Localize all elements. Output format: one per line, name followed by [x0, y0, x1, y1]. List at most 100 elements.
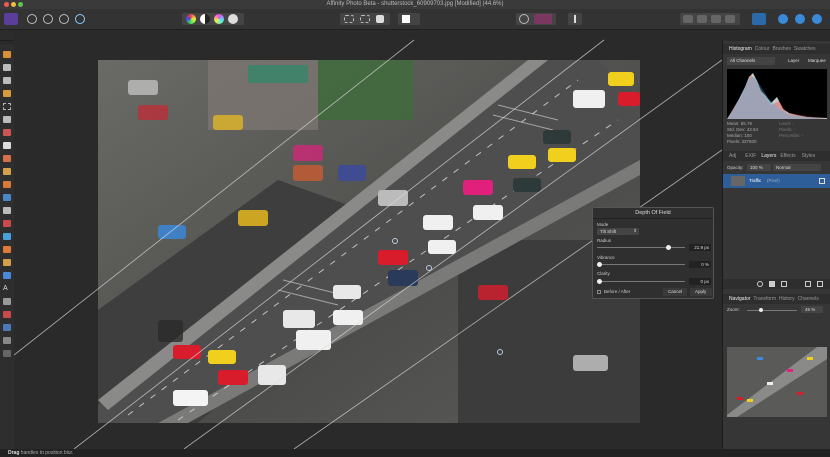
paint-brush-icon[interactable] [3, 155, 11, 162]
channels-select[interactable]: All Channels [727, 57, 775, 65]
mask-icon[interactable] [769, 281, 775, 287]
cancel-button[interactable]: Cancel [663, 288, 687, 296]
clarity-slider-handle[interactable] [597, 279, 602, 284]
layer-visibility-checkbox[interactable] [819, 178, 825, 184]
pixel-tool-icon[interactable] [3, 168, 11, 175]
pen-tool-icon[interactable] [3, 259, 11, 266]
export-icon[interactable] [795, 14, 805, 24]
apply-button[interactable]: Apply [690, 288, 712, 296]
auto-colour-icon[interactable] [214, 14, 224, 24]
before-after-checkbox[interactable] [597, 290, 601, 294]
layer-row-traffic[interactable]: Traffic (Pixel) [723, 174, 830, 188]
flood-select-icon[interactable] [3, 116, 11, 123]
arrange-front-icon[interactable] [725, 15, 735, 23]
tab-adj[interactable]: Adj [729, 153, 736, 159]
zoom-slider-handle[interactable] [759, 308, 763, 312]
studio-toggle-button[interactable] [752, 13, 766, 25]
marquee-button[interactable]: Marquee [808, 58, 826, 63]
assistant-button[interactable] [568, 13, 582, 25]
vibrance-input[interactable]: 0 % [689, 261, 711, 268]
tab-brushes[interactable]: Brushes [773, 46, 791, 52]
histogram-tabs: Histogram Colour Brushes Swatches [723, 44, 830, 54]
clone-brush-icon[interactable] [3, 207, 11, 214]
view-switch-icon[interactable] [3, 324, 11, 331]
blend-mode-select[interactable]: Normal [773, 164, 821, 171]
auto-contrast-icon[interactable] [200, 14, 210, 24]
healing-brush-icon[interactable] [3, 220, 11, 227]
affinity-logo-icon[interactable] [4, 13, 18, 25]
marquee-icon[interactable] [344, 15, 354, 23]
tab-colour[interactable]: Colour [755, 46, 770, 52]
text-tool-icon[interactable]: A [3, 285, 11, 292]
snapping-icon[interactable] [534, 14, 552, 24]
blur-brush-icon[interactable] [3, 233, 11, 240]
invert-selection-icon[interactable] [376, 15, 384, 23]
fill-tool-icon[interactable] [3, 142, 11, 149]
tab-transform[interactable]: Transform [753, 296, 776, 302]
tab-history[interactable]: History [779, 296, 795, 302]
colour-picker-icon[interactable] [3, 129, 11, 136]
freehand-select-icon[interactable] [360, 15, 370, 23]
tab-navigator[interactable]: Navigator [729, 296, 750, 302]
zoom-input[interactable]: 45 % [801, 306, 823, 313]
arrange-forward-icon[interactable] [711, 15, 721, 23]
radius-slider-handle[interactable] [666, 245, 671, 250]
personas-icon[interactable] [778, 14, 788, 24]
auto-levels-icon[interactable] [186, 14, 196, 24]
share-icon[interactable] [75, 14, 85, 24]
mesh-warp-icon[interactable] [3, 337, 11, 344]
move-tool-icon[interactable] [3, 64, 11, 71]
erase-brush-icon[interactable] [3, 181, 11, 188]
adjustment-icon[interactable] [757, 281, 763, 287]
zoom-slider[interactable] [747, 308, 797, 312]
zoom-value: 45 % [805, 307, 816, 312]
liquify-persona-icon[interactable] [43, 14, 53, 24]
histogram-stats: Mean: 65.76 Std. Dev: 43.94 Median: 100 … [727, 121, 758, 145]
tab-swatches[interactable]: Swatches [794, 46, 816, 52]
navigator-preview[interactable] [727, 347, 827, 417]
clarity-label: Clarity [597, 271, 610, 276]
clarity-input[interactable]: 0 px [689, 278, 711, 285]
tab-exif[interactable]: EXIF [745, 153, 756, 159]
red-eye-tool-icon[interactable] [3, 311, 11, 318]
crop-tool-icon[interactable] [3, 77, 11, 84]
tab-channels[interactable]: Channels [798, 296, 819, 302]
marquee-tool-icon[interactable] [3, 103, 11, 110]
colour-swatch-icon[interactable] [3, 350, 11, 357]
tab-histogram[interactable]: Histogram [729, 46, 752, 52]
vibrance-slider[interactable] [597, 262, 685, 267]
quick-mask-button[interactable] [398, 13, 420, 25]
arrange-backward-icon[interactable] [697, 15, 707, 23]
dodge-brush-icon[interactable] [3, 194, 11, 201]
tab-styles[interactable]: Styles [802, 153, 816, 159]
zoom-tool-icon[interactable] [3, 298, 11, 305]
delete-layer-icon[interactable] [817, 281, 823, 287]
mode-select[interactable]: Tilt Shift ⇕ [597, 228, 639, 235]
studio-icon[interactable] [812, 14, 822, 24]
shape-tool-icon[interactable] [3, 272, 11, 279]
tone-mapping-persona-icon[interactable] [59, 14, 69, 24]
layer-button[interactable]: Layer [788, 58, 799, 63]
tab-layers[interactable]: Layers [761, 153, 776, 159]
radius-input[interactable]: 21.9 px [689, 244, 711, 251]
auto-white-balance-icon[interactable] [228, 14, 238, 24]
fx-icon[interactable] [781, 281, 787, 287]
arrange-back-icon[interactable] [683, 15, 693, 23]
view-tool-icon[interactable] [3, 51, 11, 58]
selection-brush-icon[interactable] [3, 90, 11, 97]
gradient-tool-icon[interactable] [3, 246, 11, 253]
add-layer-icon[interactable] [805, 281, 811, 287]
opacity-value: 100 % [750, 165, 763, 170]
grid-icon[interactable] [519, 14, 529, 24]
layer-kind: (Pixel) [767, 178, 780, 183]
status-keyword: Drag [8, 450, 20, 456]
zoom-label: Zoom: [727, 307, 740, 312]
opacity-input[interactable]: 100 % [747, 164, 771, 171]
vibrance-slider-handle[interactable] [597, 262, 602, 267]
radius-slider[interactable] [597, 245, 685, 250]
develop-persona-icon[interactable] [27, 14, 37, 24]
chevron-down-icon: ⇕ [633, 228, 637, 233]
clarity-slider[interactable] [597, 279, 685, 284]
tab-effects[interactable]: Effects [780, 153, 795, 159]
blend-mode-value: Normal [776, 165, 791, 170]
